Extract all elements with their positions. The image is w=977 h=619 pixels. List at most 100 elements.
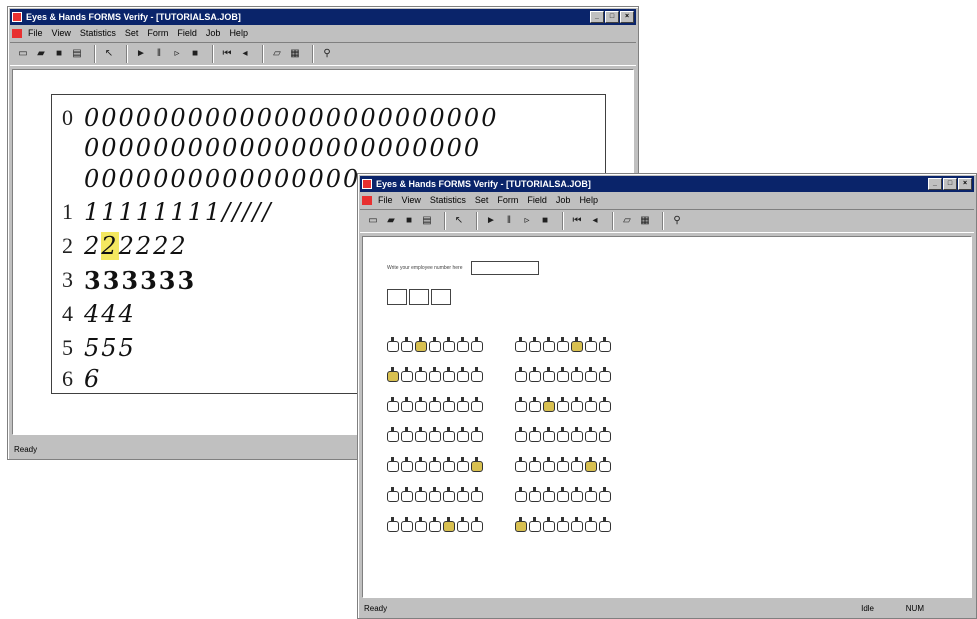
print-icon[interactable]: ▤ xyxy=(70,47,84,61)
menu-view[interactable]: View xyxy=(52,28,71,38)
save-icon[interactable]: ■ xyxy=(402,214,416,228)
bubble[interactable] xyxy=(387,397,399,412)
bubble[interactable] xyxy=(415,517,427,532)
bubble[interactable] xyxy=(401,457,413,472)
bubble[interactable] xyxy=(571,427,583,442)
find-icon[interactable]: ⚲ xyxy=(670,214,684,228)
bubble[interactable] xyxy=(529,487,541,502)
list-icon[interactable]: ▦ xyxy=(288,47,302,61)
help-icon[interactable]: ↖ xyxy=(102,47,116,61)
print-icon[interactable]: ▤ xyxy=(420,214,434,228)
step-icon[interactable]: ▹ xyxy=(170,47,184,61)
play-icon[interactable]: ► xyxy=(134,47,148,61)
bubble[interactable] xyxy=(599,367,611,382)
bubble[interactable] xyxy=(457,367,469,382)
bubble-filled[interactable] xyxy=(543,397,555,412)
bubble[interactable] xyxy=(557,427,569,442)
bubble[interactable] xyxy=(443,487,455,502)
bubble[interactable] xyxy=(429,367,441,382)
bubble[interactable] xyxy=(401,397,413,412)
bubble[interactable] xyxy=(401,367,413,382)
bubble[interactable] xyxy=(585,517,597,532)
bubble[interactable] xyxy=(599,397,611,412)
bubble[interactable] xyxy=(471,517,483,532)
stop-icon[interactable]: ■ xyxy=(538,214,552,228)
bubble[interactable] xyxy=(515,367,527,382)
bubble[interactable] xyxy=(557,397,569,412)
bubble[interactable] xyxy=(429,457,441,472)
bubble[interactable] xyxy=(599,427,611,442)
new-icon[interactable]: ▭ xyxy=(366,214,380,228)
bubble-filled[interactable] xyxy=(585,457,597,472)
bubble-filled[interactable] xyxy=(515,517,527,532)
bubble[interactable] xyxy=(515,427,527,442)
bubble[interactable] xyxy=(529,517,541,532)
bubble[interactable] xyxy=(543,427,555,442)
bubble[interactable] xyxy=(443,367,455,382)
bubble[interactable] xyxy=(457,457,469,472)
bubble[interactable] xyxy=(429,397,441,412)
bubble[interactable] xyxy=(557,367,569,382)
menu-field[interactable]: Field xyxy=(527,195,547,205)
back-titlebar[interactable]: Eyes & Hands FORMS Verify - [TUTORIALSA.… xyxy=(10,9,636,25)
bubble[interactable] xyxy=(585,487,597,502)
menu-job[interactable]: Job xyxy=(206,28,221,38)
bubble[interactable] xyxy=(457,427,469,442)
bubble[interactable] xyxy=(429,517,441,532)
small-box[interactable] xyxy=(431,289,451,305)
bubble[interactable] xyxy=(415,457,427,472)
prev-icon[interactable]: ◂ xyxy=(238,47,252,61)
step-icon[interactable]: ▹ xyxy=(520,214,534,228)
bubble[interactable] xyxy=(471,397,483,412)
pause-icon[interactable]: ‖ xyxy=(502,214,516,228)
front-titlebar[interactable]: Eyes & Hands FORMS Verify - [TUTORIALSA.… xyxy=(360,176,974,192)
bubble[interactable] xyxy=(515,487,527,502)
bubble[interactable] xyxy=(415,427,427,442)
bubble[interactable] xyxy=(401,517,413,532)
menu-help[interactable]: Help xyxy=(579,195,598,205)
play-icon[interactable]: ► xyxy=(484,214,498,228)
bubble[interactable] xyxy=(429,337,441,352)
stop-icon[interactable]: ■ xyxy=(188,47,202,61)
bubble[interactable] xyxy=(585,337,597,352)
prev-icon[interactable]: ◂ xyxy=(588,214,602,228)
small-box[interactable] xyxy=(387,289,407,305)
bubble[interactable] xyxy=(471,487,483,502)
bubble-filled[interactable] xyxy=(471,457,483,472)
bubble[interactable] xyxy=(571,397,583,412)
small-box[interactable] xyxy=(409,289,429,305)
find-icon[interactable]: ⚲ xyxy=(320,47,334,61)
bubble[interactable] xyxy=(387,517,399,532)
bubble[interactable] xyxy=(571,457,583,472)
bubble[interactable] xyxy=(443,337,455,352)
bubble[interactable] xyxy=(543,367,555,382)
bubble[interactable] xyxy=(429,487,441,502)
bubble-filled[interactable] xyxy=(571,337,583,352)
bubble[interactable] xyxy=(415,367,427,382)
minimize-button[interactable]: _ xyxy=(590,11,604,23)
bubble[interactable] xyxy=(599,457,611,472)
maximize-button[interactable]: □ xyxy=(943,178,957,190)
bubble[interactable] xyxy=(471,367,483,382)
bubble[interactable] xyxy=(515,397,527,412)
bubble[interactable] xyxy=(585,427,597,442)
bubble[interactable] xyxy=(401,337,413,352)
menu-form[interactable]: Form xyxy=(497,195,518,205)
bubble[interactable] xyxy=(515,337,527,352)
menu-set[interactable]: Set xyxy=(125,28,139,38)
menu-set[interactable]: Set xyxy=(475,195,489,205)
bubble[interactable] xyxy=(599,517,611,532)
menu-job[interactable]: Job xyxy=(556,195,571,205)
bubble[interactable] xyxy=(529,397,541,412)
open-icon[interactable]: ▰ xyxy=(384,214,398,228)
first-icon[interactable]: ⏮ xyxy=(570,214,584,228)
bubble[interactable] xyxy=(471,337,483,352)
bubble[interactable] xyxy=(457,397,469,412)
menu-statistics[interactable]: Statistics xyxy=(80,28,116,38)
close-button[interactable]: × xyxy=(620,11,634,23)
help-icon[interactable]: ↖ xyxy=(452,214,466,228)
bubble[interactable] xyxy=(529,427,541,442)
menu-file[interactable]: File xyxy=(28,28,43,38)
bubble[interactable] xyxy=(599,337,611,352)
bubble[interactable] xyxy=(443,427,455,442)
